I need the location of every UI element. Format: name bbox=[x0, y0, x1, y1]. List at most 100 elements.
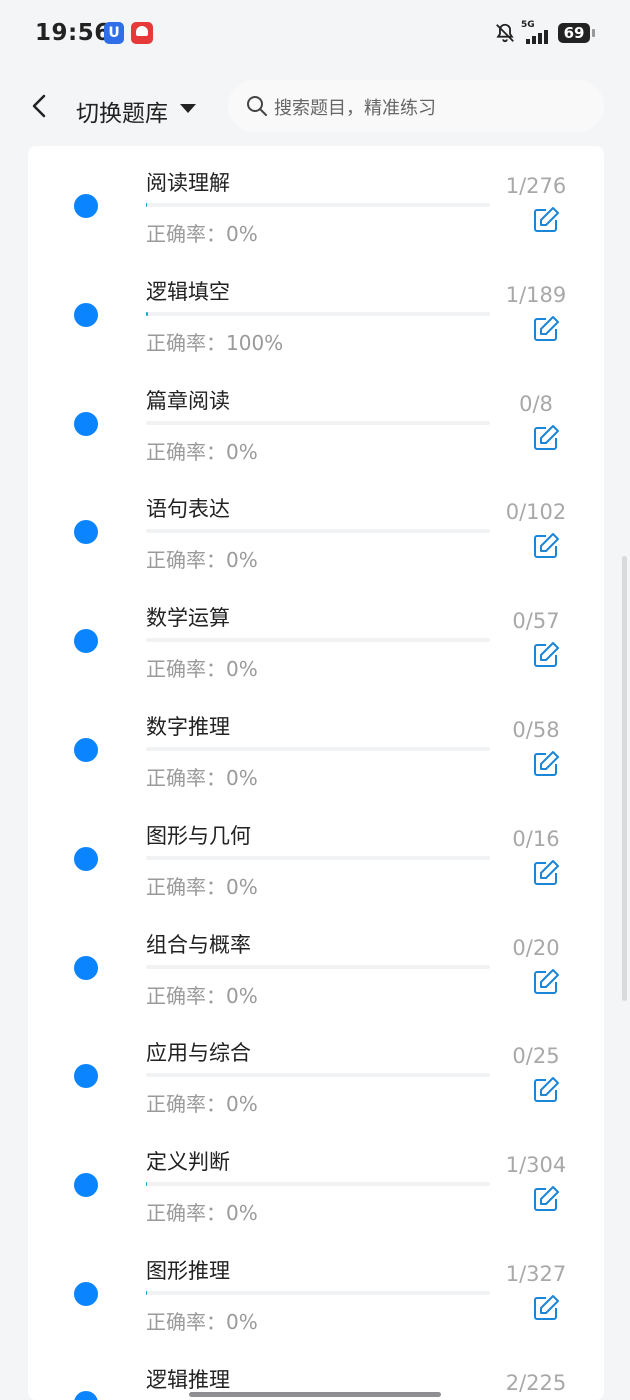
progress-bar bbox=[146, 311, 490, 316]
progress-bar bbox=[146, 529, 490, 534]
edit-icon[interactable] bbox=[532, 206, 560, 234]
accuracy-value: 0% bbox=[226, 657, 258, 682]
accuracy-label: 正确率： bbox=[146, 874, 226, 899]
status-time: 19:56 bbox=[35, 20, 111, 46]
status-bar: 19:56 U 5G 69 bbox=[0, 0, 630, 68]
edit-icon[interactable] bbox=[532, 641, 560, 669]
accuracy-label: 正确率： bbox=[146, 439, 226, 464]
progress-bar bbox=[146, 1291, 490, 1295]
switch-bank-title[interactable]: 切换题库 bbox=[76, 94, 168, 128]
question-count: 1/327 bbox=[505, 1262, 567, 1286]
list-item[interactable]: 应用与综合正确率：0% 0/25 bbox=[28, 1016, 604, 1125]
progress-fill bbox=[146, 1291, 148, 1295]
accuracy-value: 0% bbox=[226, 1310, 258, 1334]
notification-app-icon: U bbox=[104, 22, 124, 44]
accuracy-text: 正确率：0% bbox=[146, 980, 258, 1009]
edit-icon[interactable] bbox=[532, 1294, 560, 1322]
question-count: 0/16 bbox=[512, 826, 560, 851]
item-title: 组合与概率 bbox=[146, 932, 251, 957]
item-title: 图形推理 bbox=[146, 1259, 230, 1283]
accuracy-label: 正确率： bbox=[146, 222, 226, 246]
question-count: 1/304 bbox=[505, 1153, 567, 1178]
notification-app-icon-red bbox=[131, 22, 153, 44]
signal-icon bbox=[526, 30, 548, 44]
accuracy-label: 正确率： bbox=[146, 330, 226, 355]
question-count: 2/225 bbox=[505, 1370, 567, 1395]
edit-icon[interactable] bbox=[532, 532, 560, 560]
accuracy-value: 0% bbox=[226, 439, 258, 464]
accuracy-label: 正确率： bbox=[146, 1092, 226, 1117]
scrollbar[interactable] bbox=[622, 556, 627, 1001]
progress-bar bbox=[146, 855, 490, 860]
status-dot bbox=[74, 411, 98, 436]
progress-bar bbox=[146, 638, 490, 643]
list-item[interactable]: 篇章阅读 正确率：0% 0/8 bbox=[28, 364, 604, 473]
accuracy-text: 正确率：0% bbox=[146, 871, 258, 900]
progress-fill bbox=[146, 1182, 148, 1187]
accuracy-label: 正确率： bbox=[146, 657, 226, 682]
search-icon bbox=[247, 96, 267, 116]
progress-bar bbox=[146, 203, 490, 207]
progress-bar bbox=[146, 1073, 490, 1078]
item-title: 篇章阅读 bbox=[146, 388, 230, 413]
list-item[interactable]: 语句表达正确率：0% 0/102 bbox=[28, 472, 604, 581]
question-count: 0/102 bbox=[505, 500, 567, 525]
progress-bar bbox=[146, 420, 490, 425]
list-item[interactable]: 图形与几何 正确率：0% 0/16 bbox=[28, 799, 604, 908]
status-dot bbox=[74, 1173, 98, 1198]
top-bar: 切换题库 搜索题目，精准练习 bbox=[0, 68, 630, 144]
question-count: 1/189 bbox=[505, 282, 567, 307]
status-dot bbox=[74, 738, 98, 762]
progress-fill bbox=[146, 203, 148, 207]
item-title: 阅读理解 bbox=[146, 171, 230, 195]
list-item[interactable]: 阅读理解正确率：0% 1/276 bbox=[28, 146, 604, 255]
item-title: 定义判断 bbox=[146, 1150, 230, 1175]
progress-bar bbox=[146, 964, 490, 969]
list-item[interactable]: 数学运算正确率：0% 0/57 bbox=[28, 581, 604, 690]
question-count: 1/276 bbox=[505, 174, 567, 198]
progress-fill bbox=[146, 311, 148, 316]
edit-icon[interactable] bbox=[532, 859, 560, 887]
accuracy-label: 正确率： bbox=[146, 983, 226, 1008]
list-item[interactable]: 定义判断正确率：0% 1/304 bbox=[28, 1125, 604, 1234]
back-arrow-icon[interactable] bbox=[26, 92, 54, 120]
list-item[interactable]: 图形推理 正确率：0% 1/327 bbox=[28, 1234, 604, 1343]
list-item[interactable]: 组合与概率正确率：0% 0/20 bbox=[28, 908, 604, 1017]
edit-icon[interactable] bbox=[532, 1076, 560, 1104]
status-dot bbox=[74, 629, 98, 654]
edit-icon[interactable] bbox=[532, 750, 560, 778]
question-count: 0/58 bbox=[512, 718, 560, 742]
search-input[interactable]: 搜索题目，精准练习 bbox=[228, 80, 604, 132]
accuracy-value: 0% bbox=[226, 874, 258, 899]
search-placeholder: 搜索题目，精准练习 bbox=[274, 98, 436, 119]
accuracy-text: 正确率：0% bbox=[146, 218, 258, 247]
accuracy-label: 正确率： bbox=[146, 766, 226, 790]
edit-icon[interactable] bbox=[532, 424, 560, 452]
accuracy-value: 0% bbox=[226, 1201, 258, 1226]
edit-icon[interactable] bbox=[532, 315, 560, 343]
progress-bar bbox=[146, 747, 490, 751]
item-title: 语句表达 bbox=[146, 497, 230, 522]
accuracy-text: 正确率：0% bbox=[146, 1088, 258, 1117]
item-title: 数学运算 bbox=[146, 606, 230, 631]
accuracy-text: 正确率：0% bbox=[146, 544, 258, 573]
accuracy-value: 0% bbox=[226, 1092, 258, 1117]
accuracy-text: 正确率：0% bbox=[146, 762, 258, 791]
status-dot bbox=[74, 1282, 98, 1306]
question-count: 0/20 bbox=[512, 935, 560, 960]
list-item[interactable]: 逻辑填空 正确率：100% 1/189 bbox=[28, 255, 604, 364]
status-dot bbox=[74, 520, 98, 545]
edit-icon[interactable] bbox=[532, 1185, 560, 1213]
question-count: 0/57 bbox=[512, 609, 560, 634]
accuracy-label: 正确率： bbox=[146, 1201, 226, 1226]
question-count: 0/25 bbox=[512, 1044, 560, 1069]
progress-bar bbox=[146, 1182, 490, 1187]
item-title: 数字推理 bbox=[146, 715, 230, 739]
home-indicator[interactable] bbox=[189, 1392, 441, 1397]
edit-icon[interactable] bbox=[532, 968, 560, 996]
status-dot bbox=[74, 194, 98, 218]
accuracy-value: 0% bbox=[226, 766, 258, 790]
list-item[interactable]: 数字推理正确率：0% 0/58 bbox=[28, 690, 604, 799]
dropdown-caret-icon[interactable] bbox=[180, 104, 196, 113]
item-title: 应用与综合 bbox=[146, 1041, 251, 1066]
